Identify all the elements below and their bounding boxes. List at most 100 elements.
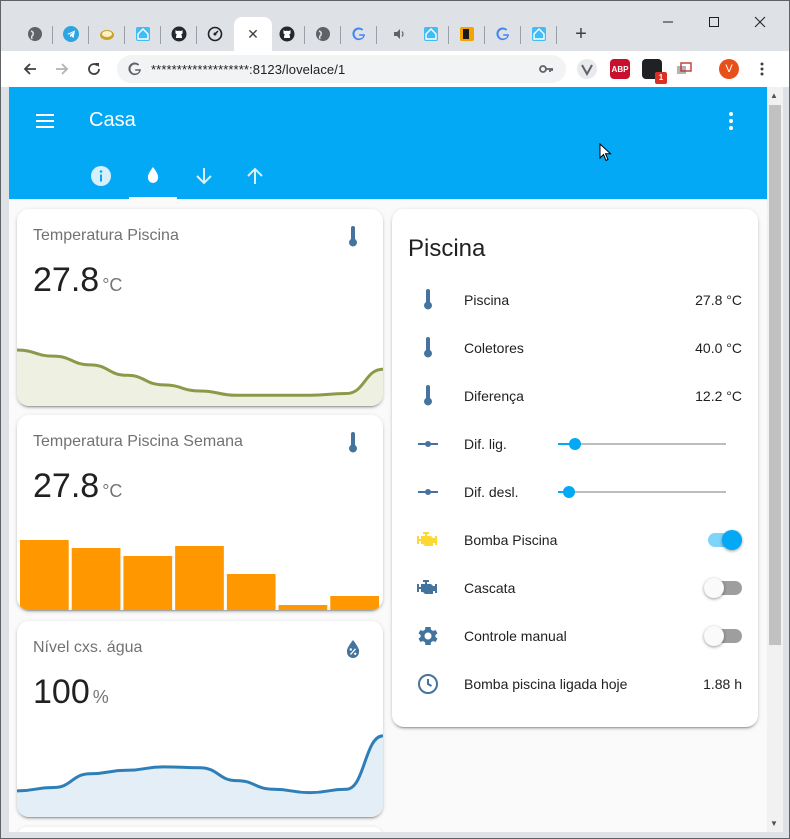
- tab-misc[interactable]: [89, 17, 125, 51]
- sensor-unit: %: [92, 687, 109, 707]
- sensor-value-row: 27.8 °C: [33, 467, 122, 506]
- next-card-peek: [17, 827, 383, 832]
- entity-name: Controle manual: [464, 628, 567, 644]
- thermometer-icon: [424, 337, 432, 358]
- address-bar[interactable]: *******************:8123/lovelace/1: [117, 55, 566, 83]
- entity-name: Dif. desl.: [464, 484, 519, 500]
- url-text: *******************:8123/lovelace/1: [151, 62, 346, 77]
- tab-telegram[interactable]: [53, 17, 89, 51]
- scroll-up-arrow-icon[interactable]: ▲: [770, 91, 778, 100]
- ray-vertex-icon: [418, 441, 438, 447]
- entity-state: 27.8 °C: [695, 292, 742, 308]
- scrollbar-thumb[interactable]: [769, 105, 781, 645]
- speedometer-icon: [207, 26, 223, 42]
- sensor-unit: °C: [102, 275, 123, 295]
- tab-speedometer[interactable]: [197, 17, 233, 51]
- forward-button[interactable]: [49, 56, 75, 82]
- arrow-right-icon: [56, 63, 69, 75]
- sensor-card-temperatura-piscina[interactable]: Temperatura Piscina 27.8 °C: [17, 209, 383, 406]
- entity-row-bomba-ligada-hoje[interactable]: Bomba piscina ligada hoje 1.88 h: [408, 664, 742, 704]
- home-assistant-icon: [136, 27, 150, 41]
- tab-home-assistant-1[interactable]: [125, 17, 161, 51]
- browser-menu-button[interactable]: [749, 56, 775, 82]
- graph-bar: [20, 540, 69, 610]
- more-vertical-icon[interactable]: [719, 109, 743, 133]
- dashboard-title: Casa: [89, 109, 136, 131]
- maximize-button[interactable]: [701, 9, 727, 35]
- thermometer-icon: [349, 432, 357, 453]
- entity-name: Piscina: [464, 292, 510, 308]
- dif-desl-slider[interactable]: [558, 484, 726, 500]
- tab-home-assistant-2[interactable]: [413, 17, 449, 51]
- tab-audio[interactable]: [381, 17, 417, 51]
- graph-bar: [175, 546, 224, 610]
- entity-state: 40.0 °C: [695, 340, 742, 356]
- slider-track: [558, 491, 726, 493]
- entity-row-dif-lig: Dif. lig.: [408, 424, 742, 464]
- entity-name: Coletores: [464, 340, 524, 356]
- entity-name: Diferença: [464, 388, 524, 404]
- water-drop-icon: [147, 167, 159, 183]
- reload-button[interactable]: [81, 56, 107, 82]
- cascata-toggle[interactable]: [704, 578, 742, 598]
- graph-area: [17, 735, 383, 817]
- sensor-name: Temperatura Piscina: [33, 227, 179, 244]
- slider-knob[interactable]: [562, 486, 575, 498]
- abp-label: ABP: [611, 64, 629, 74]
- adblock-extension[interactable]: ABP: [610, 59, 630, 79]
- entity-row-dif-desl: Dif. desl.: [408, 472, 742, 512]
- tab-github-2[interactable]: [269, 17, 305, 51]
- tab-arrow-up[interactable]: [231, 153, 279, 199]
- tab-globe-1[interactable]: [17, 17, 53, 51]
- github-icon: [171, 26, 187, 42]
- close-icon[interactable]: ✕: [245, 26, 261, 42]
- slider-track: [558, 443, 726, 445]
- google-icon: [128, 62, 141, 76]
- sensor-card-temperatura-semana[interactable]: Temperatura Piscina Semana 27.8 °C: [17, 415, 383, 610]
- tab-active-blank[interactable]: ✕: [234, 17, 272, 51]
- scroll-down-arrow-icon[interactable]: ▼: [770, 819, 778, 828]
- app-icon: [460, 27, 474, 41]
- menu-icon[interactable]: [33, 109, 57, 133]
- tab-google-2[interactable]: [485, 17, 521, 51]
- tab-info[interactable]: [77, 153, 125, 199]
- close-window-button[interactable]: [747, 9, 773, 35]
- tab-arrow-down[interactable]: [180, 153, 228, 199]
- globe-icon: [28, 27, 42, 41]
- entity-name: Dif. lig.: [464, 436, 507, 452]
- sensor-card-nivel-agua[interactable]: Nível cxs. água 100%: [17, 621, 383, 817]
- tab-home-assistant-3[interactable]: [521, 17, 557, 51]
- minimize-button[interactable]: [655, 9, 681, 35]
- arrow-down-icon: [196, 168, 212, 185]
- engine-icon: [417, 580, 437, 594]
- dif-lig-slider[interactable]: [558, 436, 726, 452]
- entity-row-coletores[interactable]: Coletores 40.0 °C: [408, 328, 742, 368]
- tab-water[interactable]: [129, 153, 177, 199]
- sensor-graph: [17, 348, 383, 406]
- tab-google-1[interactable]: [341, 17, 377, 51]
- profile-avatar[interactable]: V: [719, 59, 739, 79]
- bomba-piscina-toggle[interactable]: [706, 530, 742, 550]
- reload-icon: [88, 63, 100, 75]
- new-tab-button[interactable]: +: [563, 17, 599, 51]
- more-vertical-icon: [760, 62, 764, 76]
- speaker-icon: [394, 29, 404, 39]
- back-button[interactable]: [17, 56, 43, 82]
- cast-extension[interactable]: [674, 59, 694, 79]
- sensor-value: 100: [33, 673, 90, 711]
- slider-knob[interactable]: [568, 438, 581, 450]
- page-scrollbar[interactable]: ▲ ▼: [767, 87, 783, 832]
- entity-row-piscina[interactable]: Piscina 27.8 °C: [408, 280, 742, 320]
- extension-with-badge[interactable]: 1: [642, 59, 667, 84]
- disc-icon: [100, 30, 114, 40]
- controle-manual-toggle[interactable]: [704, 626, 742, 646]
- tab-app[interactable]: [449, 17, 485, 51]
- graph-bar: [71, 548, 121, 610]
- mouse-cursor-icon: [599, 143, 612, 162]
- tab-github-1[interactable]: [161, 17, 197, 51]
- key-icon[interactable]: [538, 61, 554, 77]
- entity-row-diferenca[interactable]: Diferença 12.2 °C: [408, 376, 742, 416]
- tab-globe-2[interactable]: [305, 17, 341, 51]
- vivaldi-extension[interactable]: [577, 59, 597, 79]
- home-assistant-icon: [532, 27, 546, 41]
